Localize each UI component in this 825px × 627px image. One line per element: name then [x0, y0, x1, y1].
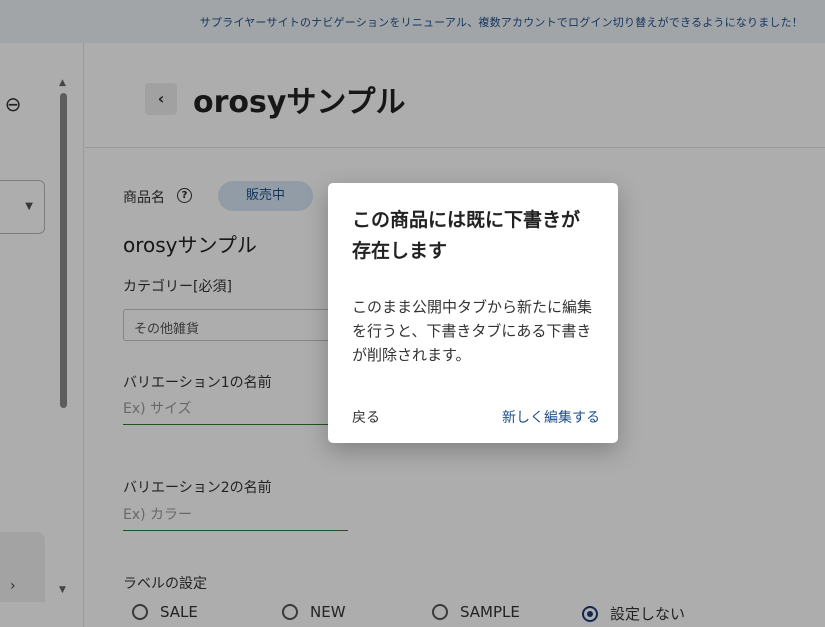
edit-new-button[interactable]: 新しく編集する	[502, 407, 600, 427]
back-button-dialog[interactable]: 戻る	[352, 407, 380, 427]
draft-exists-dialog: この商品には既に下書きが存在します このまま公開中タブから新たに編集を行うと、下…	[328, 183, 618, 443]
dialog-body: このまま公開中タブから新たに編集を行うと、下書きタブにある下書きが削除されます。	[352, 298, 593, 364]
dialog-title: この商品には既に下書きが存在します	[352, 209, 581, 262]
